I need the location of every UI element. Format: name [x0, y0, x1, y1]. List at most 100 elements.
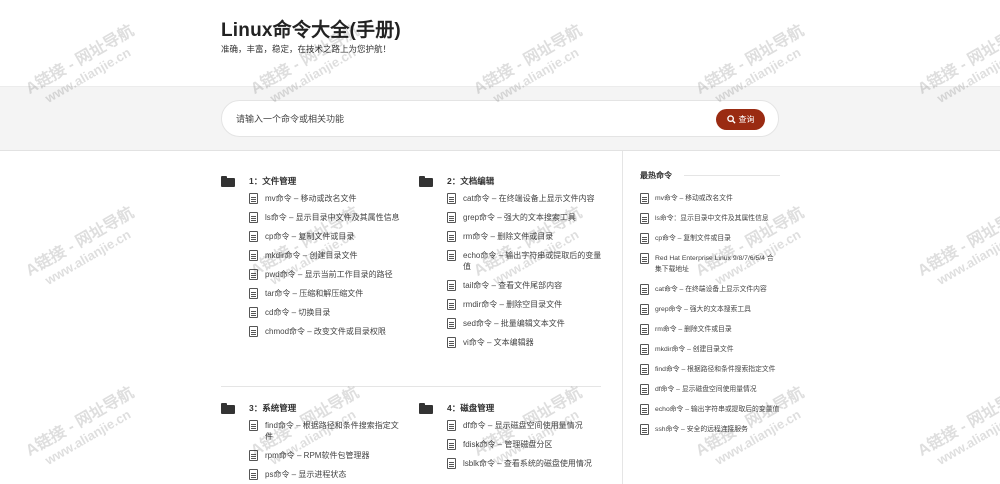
list-item[interactable]: tail命令 – 查看文件尾部内容: [419, 280, 603, 291]
command-link[interactable]: echo命令 – 输出字符串或提取后的变量值: [655, 404, 779, 415]
document-icon: [447, 280, 456, 291]
command-link[interactable]: find命令 – 根据路径和条件搜索指定文件: [265, 420, 403, 442]
command-link[interactable]: sed命令 – 批量编辑文本文件: [463, 318, 565, 329]
list-item[interactable]: grep命令 – 强大的文本搜索工具: [419, 212, 603, 223]
list-item[interactable]: cp命令 – 复制文件或目录: [640, 233, 780, 244]
command-link[interactable]: cd命令 – 切换目录: [265, 307, 330, 318]
site-title[interactable]: Linux命令大全(手册): [221, 15, 401, 42]
list-item[interactable]: mv命令 – 移动或改名文件: [221, 193, 403, 204]
command-link[interactable]: cp命令 – 复制文件或目录: [655, 233, 731, 244]
command-link[interactable]: rm命令 – 删除文件或目录: [655, 324, 732, 335]
command-link[interactable]: rm命令 – 删除文件或目录: [463, 231, 553, 242]
command-link[interactable]: chmod命令 – 改变文件或目录权限: [265, 326, 386, 337]
list-item[interactable]: vi命令 – 文本编辑器: [419, 337, 603, 348]
search-box: 查询: [221, 100, 779, 137]
command-link[interactable]: Red Hat Enterprise Linux 9/8/7/6/5/4 合集下…: [655, 253, 780, 275]
section-divider: [221, 386, 601, 387]
command-link[interactable]: vi命令 – 文本编辑器: [463, 337, 534, 348]
list-item[interactable]: cd命令 – 切换目录: [221, 307, 403, 318]
list-item[interactable]: ls命令 – 显示目录中文件及其属性信息: [221, 212, 403, 223]
folder-icon: [221, 175, 235, 187]
command-link[interactable]: mv命令 – 移动或改名文件: [265, 193, 357, 204]
document-icon: [447, 439, 456, 450]
command-link[interactable]: grep命令 – 强大的文本搜索工具: [463, 212, 576, 223]
list-item[interactable]: chmod命令 – 改变文件或目录权限: [221, 326, 403, 337]
list-item[interactable]: rm命令 – 删除文件或目录: [419, 231, 603, 242]
list-item[interactable]: ps命令 – 显示进程状态: [221, 469, 403, 480]
sidebar-divider: [622, 151, 623, 484]
command-link[interactable]: rmdir命令 – 删除空目录文件: [463, 299, 562, 310]
list-item[interactable]: echo命令 – 输出字符串或提取后的变量值: [419, 250, 603, 272]
command-link[interactable]: ls命令：显示目录中文件及其属性信息: [655, 213, 769, 224]
command-link[interactable]: cp命令 – 复制文件或目录: [265, 231, 354, 242]
list-item[interactable]: ssh命令 – 安全的远程连接服务: [640, 424, 780, 435]
category-document-editing: 2：文档编辑 cat命令 – 在终端设备上显示文件内容 grep命令 – 强大的文…: [419, 173, 603, 356]
command-link[interactable]: tail命令 – 查看文件尾部内容: [463, 280, 562, 291]
site-header: Linux命令大全(手册) 准确，丰富，稳定，在技术之路上为您护航！: [0, 0, 1000, 86]
list-item[interactable]: find命令 – 根据路径和条件搜索指定文件: [221, 420, 403, 442]
list-item[interactable]: find命令 – 根据路径和条件搜索指定文件: [640, 364, 780, 375]
command-link[interactable]: ls命令 – 显示目录中文件及其属性信息: [265, 212, 400, 223]
list-item[interactable]: mkdir命令 – 创建目录文件: [221, 250, 403, 261]
document-icon: [447, 420, 456, 431]
search-button-label: 查询: [738, 115, 755, 124]
document-icon: [447, 250, 456, 261]
sidebar-heading-text: 最热命令: [640, 171, 672, 180]
watermark-line1: A链接 - 网址导航: [915, 384, 1000, 460]
list-item[interactable]: cat命令 – 在终端设备上显示文件内容: [419, 193, 603, 204]
watermark-line2: www.alianjie.cn: [42, 406, 134, 468]
list-item[interactable]: sed命令 – 批量编辑文本文件: [419, 318, 603, 329]
list-item[interactable]: tar命令 – 压缩和解压缩文件: [221, 288, 403, 299]
search-button[interactable]: 查询: [716, 109, 765, 130]
list-item[interactable]: rpm命令 – RPM软件包管理器: [221, 450, 403, 461]
document-icon: [249, 307, 258, 318]
document-icon: [447, 318, 456, 329]
command-link[interactable]: cat命令 – 在终端设备上显示文件内容: [463, 193, 595, 204]
list-item[interactable]: cp命令 – 复制文件或目录: [221, 231, 403, 242]
list-item[interactable]: mv命令 – 移动或改名文件: [640, 193, 780, 204]
list-item[interactable]: ls命令：显示目录中文件及其属性信息: [640, 213, 780, 224]
watermark: A链接 - 网址导航www.alianjie.cn: [20, 199, 145, 294]
command-link[interactable]: find命令 – 根据路径和条件搜索指定文件: [655, 364, 775, 375]
list-item[interactable]: df命令 – 显示磁盘空间使用量情况: [419, 420, 603, 431]
command-link[interactable]: ps命令 – 显示进程状态: [265, 469, 346, 480]
command-link[interactable]: rpm命令 – RPM软件包管理器: [265, 450, 369, 461]
command-link[interactable]: fdisk命令 – 管理磁盘分区: [463, 439, 552, 450]
list-item[interactable]: grep命令 – 强大的文本搜索工具: [640, 304, 780, 315]
command-link[interactable]: tar命令 – 压缩和解压缩文件: [265, 288, 363, 299]
list-item[interactable]: pwd命令 – 显示当前工作目录的路径: [221, 269, 403, 280]
search-band: 查询: [0, 86, 1000, 151]
list-item[interactable]: df命令 – 显示磁盘空间使用量情况: [640, 384, 780, 395]
document-icon: [249, 450, 258, 461]
list-item[interactable]: fdisk命令 – 管理磁盘分区: [419, 439, 603, 450]
document-icon: [640, 213, 649, 224]
list-item[interactable]: lsblk命令 – 查看系统的磁盘使用情况: [419, 458, 603, 469]
command-link[interactable]: pwd命令 – 显示当前工作目录的路径: [265, 269, 393, 280]
command-link[interactable]: ssh命令 – 安全的远程连接服务: [655, 424, 748, 435]
search-icon: [726, 115, 736, 124]
list-item[interactable]: rm命令 – 删除文件或目录: [640, 324, 780, 335]
category-title: 1：文件管理: [249, 176, 297, 186]
document-icon: [640, 424, 649, 435]
folder-icon: [221, 402, 235, 414]
command-link[interactable]: lsblk命令 – 查看系统的磁盘使用情况: [463, 458, 592, 469]
command-link[interactable]: echo命令 – 输出字符串或提取后的变量值: [463, 250, 603, 272]
watermark-line2: www.alianjie.cn: [42, 226, 134, 288]
folder-icon: [419, 402, 433, 414]
watermark-line1: A链接 - 网址导航: [23, 204, 137, 280]
command-link[interactable]: df命令 – 显示磁盘空间使用量情况: [463, 420, 583, 431]
list-item[interactable]: mkdir命令 – 创建目录文件: [640, 344, 780, 355]
list-item[interactable]: Red Hat Enterprise Linux 9/8/7/6/5/4 合集下…: [640, 253, 780, 275]
command-link[interactable]: grep命令 – 强大的文本搜索工具: [655, 304, 751, 315]
command-link[interactable]: mkdir命令 – 创建目录文件: [265, 250, 357, 261]
command-link[interactable]: df命令 – 显示磁盘空间使用量情况: [655, 384, 757, 395]
command-link[interactable]: mv命令 – 移动或改名文件: [655, 193, 733, 204]
document-icon: [447, 458, 456, 469]
list-item[interactable]: echo命令 – 输出字符串或提取后的变量值: [640, 404, 780, 415]
command-link[interactable]: mkdir命令 – 创建目录文件: [655, 344, 734, 355]
command-link[interactable]: cat命令 – 在终端设备上显示文件内容: [655, 284, 767, 295]
document-icon: [447, 337, 456, 348]
list-item[interactable]: cat命令 – 在终端设备上显示文件内容: [640, 284, 780, 295]
list-item[interactable]: rmdir命令 – 删除空目录文件: [419, 299, 603, 310]
search-input[interactable]: [236, 110, 696, 128]
